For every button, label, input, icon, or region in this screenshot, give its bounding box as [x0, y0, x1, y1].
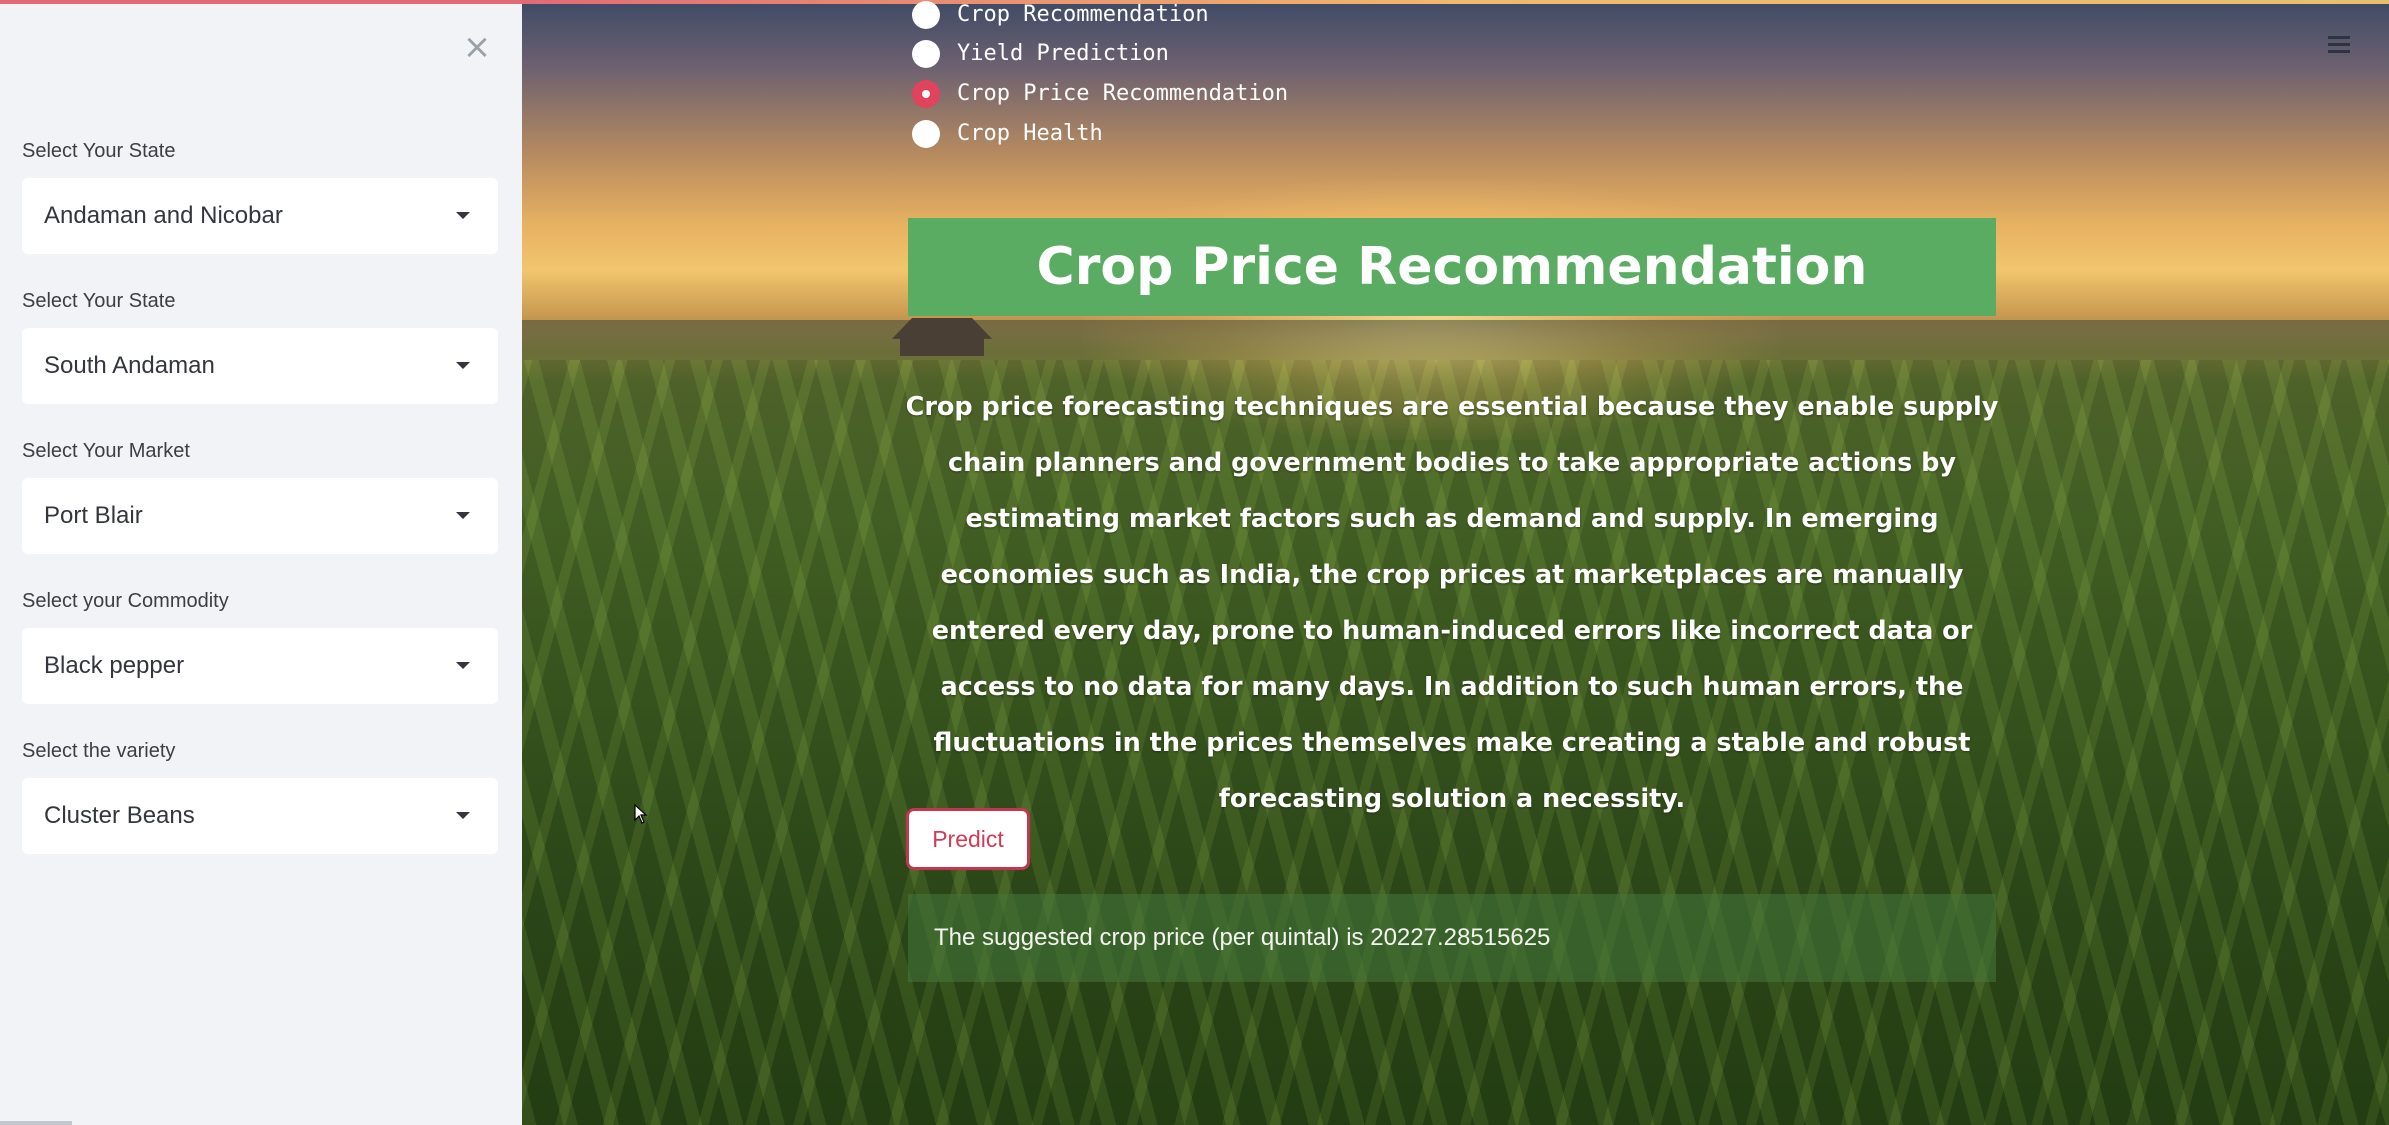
variety-select-value: Cluster Beans	[44, 802, 195, 829]
close-icon[interactable]: ×	[462, 30, 492, 64]
commodity-select-value: Black pepper	[44, 652, 185, 679]
page-description: Crop price forecasting techniques are es…	[905, 392, 1999, 814]
commodity-select[interactable]: Black pepper	[22, 628, 498, 704]
sidebar-scrollbar[interactable]	[0, 1121, 72, 1125]
result-panel: The suggested crop price (per quintal) i…	[908, 894, 1996, 982]
title-banner: Crop Price Recommendation	[908, 218, 1996, 316]
sidebar: × Select Your State Andaman and Nicobar …	[0, 0, 522, 1125]
variety-select[interactable]: Cluster Beans	[22, 778, 498, 854]
state-select-label: Select Your State	[22, 140, 176, 162]
market-select-group: Select Your Market Port Blair	[22, 438, 498, 554]
variety-select-label: Select the variety	[22, 740, 176, 762]
radio-crop-recommendation[interactable]: Crop Recommendation	[912, 0, 1372, 35]
background-hut	[892, 318, 992, 356]
commodity-select-group: Select your Commodity Black pepper	[22, 588, 498, 704]
district-select-label: Select Your State	[22, 290, 176, 312]
page-title: Crop Price Recommendation	[1036, 237, 1868, 297]
top-accent-bar	[522, 0, 2389, 4]
variety-select-group: Select the variety Cluster Beans	[22, 738, 498, 854]
market-select-value: Port Blair	[44, 502, 143, 529]
chevron-down-icon	[456, 212, 470, 219]
state-select-value: Andaman and Nicobar	[44, 202, 283, 229]
radio-button[interactable]	[912, 120, 940, 148]
chevron-down-icon	[456, 662, 470, 669]
radio-label: Crop Recommendation	[957, 2, 1209, 27]
commodity-select-label: Select your Commodity	[22, 590, 229, 612]
radio-label: Crop Price Recommendation	[957, 81, 1289, 106]
radio-button-selected[interactable]	[912, 80, 940, 108]
hamburger-menu-icon[interactable]	[2328, 36, 2350, 54]
radio-button[interactable]	[912, 1, 940, 29]
district-select-group: Select Your State South Andaman	[22, 288, 498, 404]
radio-crop-health[interactable]: Crop Health	[912, 114, 1372, 154]
district-select-value: South Andaman	[44, 352, 215, 379]
result-text: The suggested crop price (per quintal) i…	[934, 924, 1551, 951]
market-select-label: Select Your Market	[22, 440, 190, 462]
main-content: Crop Recommendation Yield Prediction Cro…	[522, 0, 2389, 1125]
radio-button[interactable]	[912, 40, 940, 68]
chevron-down-icon	[456, 812, 470, 819]
radio-label: Yield Prediction	[957, 41, 1169, 66]
radio-crop-price-recommendation[interactable]: Crop Price Recommendation	[912, 74, 1372, 114]
market-select[interactable]: Port Blair	[22, 478, 498, 554]
state-select-group: Select Your State Andaman and Nicobar	[22, 138, 498, 254]
radio-label: Crop Health	[957, 121, 1103, 146]
chevron-down-icon	[456, 362, 470, 369]
app-window: × Select Your State Andaman and Nicobar …	[0, 0, 2389, 1125]
state-select[interactable]: Andaman and Nicobar	[22, 178, 498, 254]
radio-yield-prediction[interactable]: Yield Prediction	[912, 34, 1372, 74]
chevron-down-icon	[456, 512, 470, 519]
background-horizon	[522, 320, 2389, 360]
district-select[interactable]: South Andaman	[22, 328, 498, 404]
predict-button[interactable]: Predict	[906, 808, 1030, 870]
